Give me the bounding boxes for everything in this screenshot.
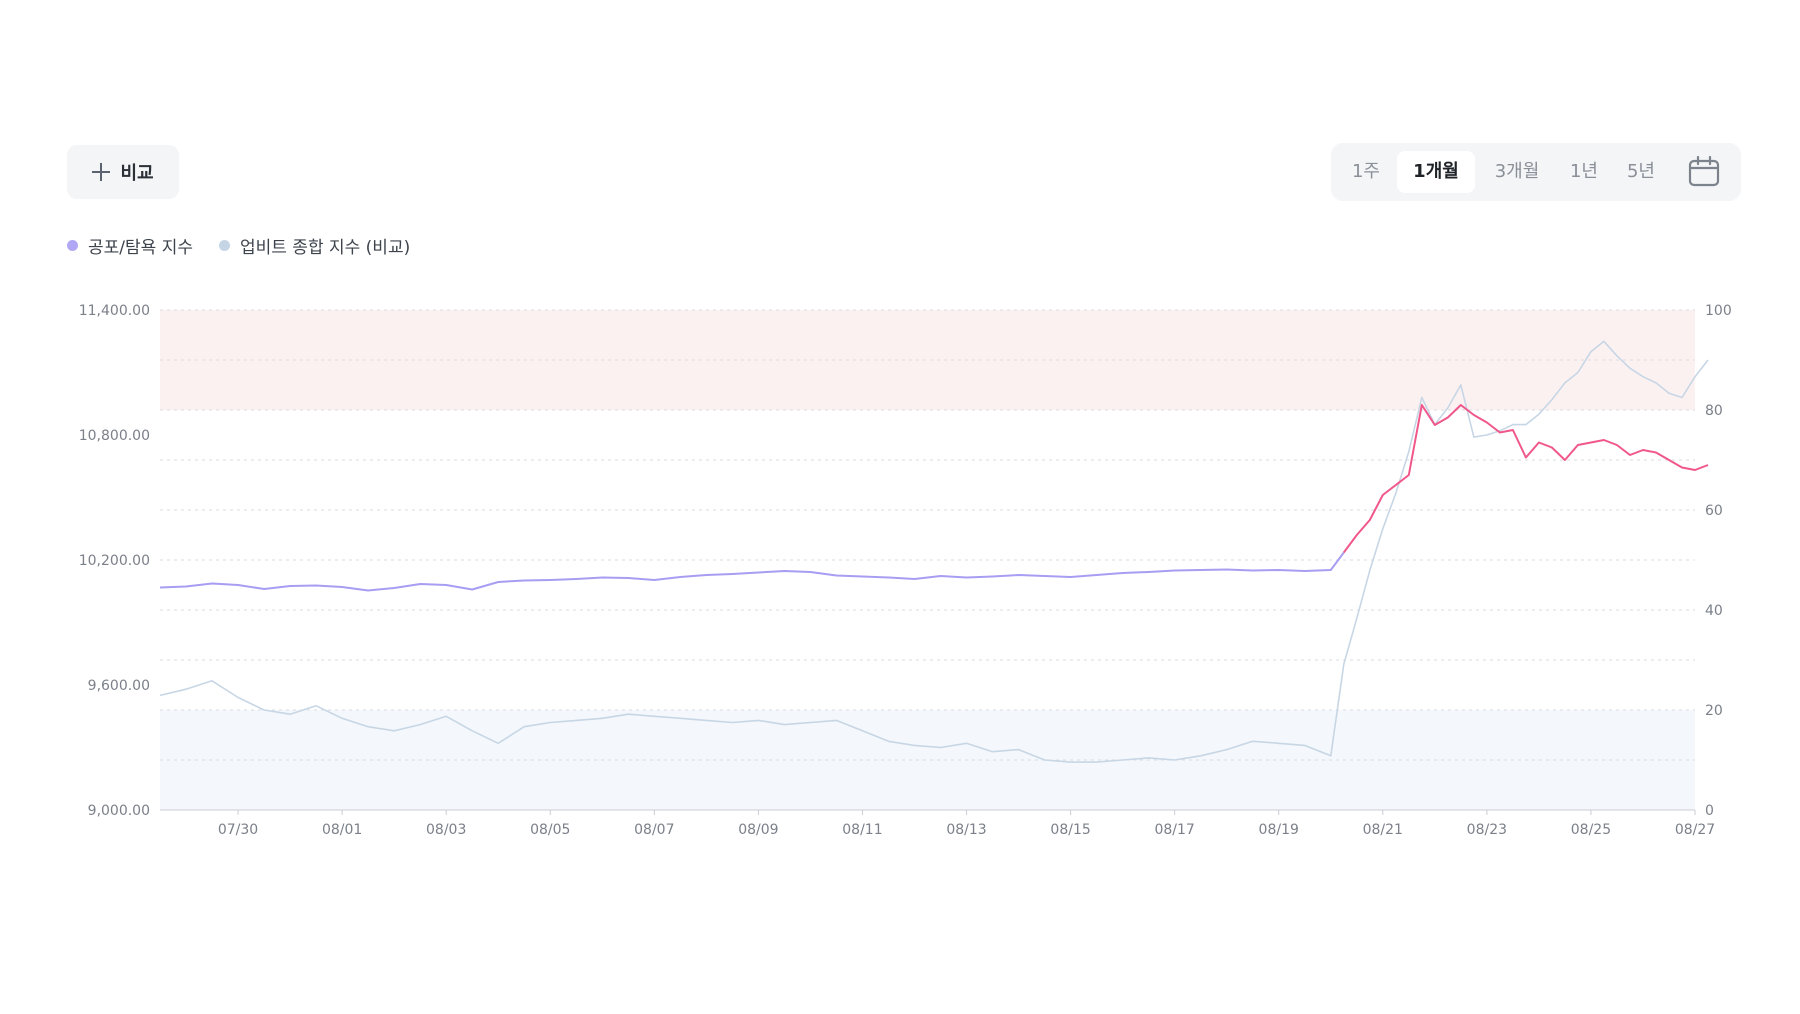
x-tick-label: 08/27 xyxy=(1675,822,1715,838)
x-tick-label: 08/23 xyxy=(1467,822,1507,838)
x-tick-label: 08/11 xyxy=(842,822,882,838)
x-tick-label: 08/17 xyxy=(1154,822,1194,838)
y-right-tick-label: 40 xyxy=(1705,603,1723,619)
y-left-tick-label: 10,200.00 xyxy=(79,553,150,569)
x-tick-label: 08/15 xyxy=(1050,822,1090,838)
x-tick-label: 08/19 xyxy=(1259,822,1299,838)
y-right-tick-label: 0 xyxy=(1705,803,1714,819)
y-left-tick-label: 11,400.00 xyxy=(79,303,150,319)
x-tick-label: 08/03 xyxy=(426,822,466,838)
x-tick-label: 08/05 xyxy=(530,822,570,838)
y-left-tick-label: 9,000.00 xyxy=(88,803,150,819)
y-right-tick-label: 80 xyxy=(1705,403,1723,419)
series-line-fear-greed xyxy=(159,551,1345,592)
y-right-tick-label: 20 xyxy=(1705,703,1723,719)
y-left-tick-label: 10,800.00 xyxy=(79,428,150,444)
x-tick-label: 07/30 xyxy=(218,822,258,838)
x-tick-label: 08/25 xyxy=(1571,822,1611,838)
y-left-tick-label: 9,600.00 xyxy=(88,678,150,694)
x-tick-label: 08/01 xyxy=(322,822,362,838)
x-tick-label: 08/09 xyxy=(738,822,778,838)
y-right-tick-label: 100 xyxy=(1705,303,1732,319)
x-tick-label: 08/07 xyxy=(634,822,674,838)
y-right-tick-label: 60 xyxy=(1705,503,1723,519)
x-tick-label: 08/13 xyxy=(946,822,986,838)
fear-greed-chart: 11,400.00 10,800.00 10,200.00 9,600.00 9,000… xyxy=(79,303,1732,838)
series-line-fear-greed-greed xyxy=(1342,404,1709,554)
x-tick-label: 08/21 xyxy=(1363,822,1403,838)
